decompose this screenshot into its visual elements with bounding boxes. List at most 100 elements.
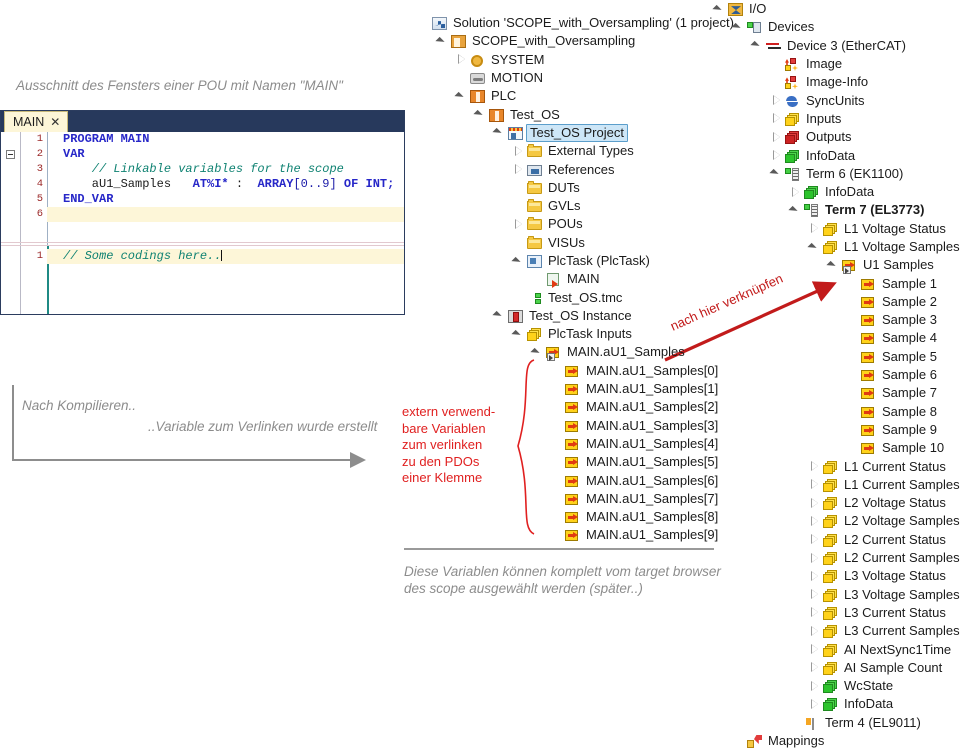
tree-item[interactable]: References	[418, 160, 734, 178]
tree-item[interactable]: MAIN.aU1_Samples[8]	[418, 508, 734, 526]
tree-item[interactable]: DUTs	[418, 179, 734, 197]
tree-item[interactable]: SCOPE_with_Oversampling	[418, 32, 734, 50]
tree-item[interactable]: Term 7 (EL3773)	[714, 201, 960, 219]
tree-item[interactable]: Test_OS Project	[418, 124, 734, 142]
tree-item[interactable]: MAIN.aU1_Samples[4]	[418, 435, 734, 453]
tree-item[interactable]: GVLs	[418, 197, 734, 215]
tree-item[interactable]: Sample 1	[714, 274, 960, 292]
chevron-down-icon[interactable]	[733, 22, 744, 33]
chevron-down-icon[interactable]	[790, 205, 801, 216]
solution-explorer-tree[interactable]: Solution 'SCOPE_with_Oversampling' (1 pr…	[418, 14, 734, 545]
chevron-down-icon[interactable]	[456, 91, 467, 102]
tree-item[interactable]: MAIN.aU1_Samples[3]	[418, 417, 734, 435]
tree-item[interactable]: Sample 2	[714, 293, 960, 311]
tree-item[interactable]: I/O	[714, 0, 960, 18]
tree-item[interactable]: InfoData	[714, 183, 960, 201]
chevron-right-icon[interactable]	[809, 571, 820, 582]
tree-item[interactable]: L1 Current Samples	[714, 476, 960, 494]
chevron-right-icon[interactable]	[809, 461, 820, 472]
tree-item[interactable]: L3 Current Samples	[714, 622, 960, 640]
tree-item[interactable]: MAIN.aU1_Samples	[418, 343, 734, 361]
tree-item[interactable]: MAIN.aU1_Samples[6]	[418, 471, 734, 489]
tree-item[interactable]: Solution 'SCOPE_with_Oversampling' (1 pr…	[418, 14, 734, 32]
tree-item[interactable]: Devices	[714, 18, 960, 36]
chevron-right-icon[interactable]	[771, 95, 782, 106]
tree-item[interactable]: VISUs	[418, 234, 734, 252]
chevron-right-icon[interactable]	[809, 589, 820, 600]
tree-item[interactable]: Term 4 (EL9011)	[714, 714, 960, 732]
chevron-right-icon[interactable]	[809, 626, 820, 637]
collapse-minus-icon[interactable]	[6, 150, 15, 159]
code-area[interactable]: 1PROGRAM MAIN2VAR3 // Linkable variables…	[1, 132, 404, 314]
tree-item[interactable]: L1 Voltage Samples	[714, 238, 960, 256]
tree-item[interactable]: Mappings	[714, 732, 960, 750]
tree-item[interactable]: L1 Current Status	[714, 457, 960, 475]
tree-item[interactable]: Device 3 (EtherCAT)	[714, 37, 960, 55]
chevron-right-icon[interactable]	[809, 662, 820, 673]
tree-item[interactable]: MOTION	[418, 69, 734, 87]
tree-item[interactable]: L3 Voltage Samples	[714, 586, 960, 604]
tree-item[interactable]: Sample 9	[714, 421, 960, 439]
chevron-down-icon[interactable]	[771, 168, 782, 179]
tree-item[interactable]: InfoData	[714, 146, 960, 164]
tree-item[interactable]: SyncUnits	[714, 91, 960, 109]
tree-item[interactable]: External Types	[418, 142, 734, 160]
chevron-right-icon[interactable]	[809, 699, 820, 710]
chevron-down-icon[interactable]	[494, 310, 505, 321]
code-line[interactable]: 2VAR	[1, 147, 404, 162]
chevron-down-icon[interactable]	[714, 4, 725, 15]
chevron-down-icon[interactable]	[532, 347, 543, 358]
chevron-down-icon[interactable]	[752, 40, 763, 51]
tree-item[interactable]: WcState	[714, 677, 960, 695]
tree-item[interactable]: L2 Current Status	[714, 531, 960, 549]
tree-item[interactable]: Sample 8	[714, 403, 960, 421]
tree-item[interactable]: L3 Current Status	[714, 604, 960, 622]
tree-item[interactable]: L2 Voltage Samples	[714, 512, 960, 530]
tree-item[interactable]: MAIN.aU1_Samples[0]	[418, 362, 734, 380]
close-icon[interactable]: ✕	[50, 116, 60, 128]
code-line[interactable]: 6	[1, 207, 404, 222]
tree-item[interactable]: Sample 5	[714, 348, 960, 366]
tree-item[interactable]: AI NextSync1Time	[714, 640, 960, 658]
chevron-right-icon[interactable]	[809, 534, 820, 545]
io-devices-tree[interactable]: I/ODevicesDevice 3 (EtherCAT)ImageImage-…	[714, 0, 960, 750]
tab-main[interactable]: MAIN ✕	[4, 111, 68, 132]
tree-item[interactable]: Sample 10	[714, 439, 960, 457]
chevron-right-icon[interactable]	[771, 132, 782, 143]
tree-item[interactable]: MAIN	[418, 270, 734, 288]
chevron-right-icon[interactable]	[809, 553, 820, 564]
chevron-down-icon[interactable]	[437, 36, 448, 47]
chevron-right-icon[interactable]	[809, 498, 820, 509]
chevron-right-icon[interactable]	[809, 479, 820, 490]
tree-item[interactable]: Image-Info	[714, 73, 960, 91]
chevron-right-icon[interactable]	[809, 644, 820, 655]
tree-item[interactable]: Test_OS	[418, 105, 734, 123]
tree-item[interactable]: POUs	[418, 215, 734, 233]
chevron-down-icon[interactable]	[828, 260, 839, 271]
chevron-right-icon[interactable]	[456, 54, 467, 65]
tree-item[interactable]: Inputs	[714, 110, 960, 128]
chevron-right-icon[interactable]	[771, 113, 782, 124]
tree-item[interactable]: Test_OS.tmc	[418, 288, 734, 306]
tree-item[interactable]: Sample 4	[714, 329, 960, 347]
tree-item[interactable]: AI Sample Count	[714, 659, 960, 677]
code-line[interactable]: 3 // Linkable variables for the scope	[1, 162, 404, 177]
tree-item[interactable]: SYSTEM	[418, 51, 734, 69]
chevron-right-icon[interactable]	[809, 223, 820, 234]
code-line[interactable]: 1PROGRAM MAIN	[1, 132, 404, 147]
chevron-right-icon[interactable]	[790, 187, 801, 198]
tree-item[interactable]: L1 Voltage Status	[714, 220, 960, 238]
chevron-down-icon[interactable]	[513, 329, 524, 340]
tree-item[interactable]: PlcTask (PlcTask)	[418, 252, 734, 270]
tree-item[interactable]: U1 Samples	[714, 256, 960, 274]
code-line[interactable]: 5END_VAR	[1, 192, 404, 207]
chevron-down-icon[interactable]	[475, 109, 486, 120]
tree-item[interactable]: Sample 3	[714, 311, 960, 329]
tree-item[interactable]: L2 Current Samples	[714, 549, 960, 567]
chevron-down-icon[interactable]	[513, 256, 524, 267]
chevron-right-icon[interactable]	[771, 150, 782, 161]
tree-item[interactable]: MAIN.aU1_Samples[5]	[418, 453, 734, 471]
chevron-right-icon[interactable]	[513, 219, 524, 230]
chevron-right-icon[interactable]	[809, 516, 820, 527]
chevron-down-icon[interactable]	[494, 127, 505, 138]
